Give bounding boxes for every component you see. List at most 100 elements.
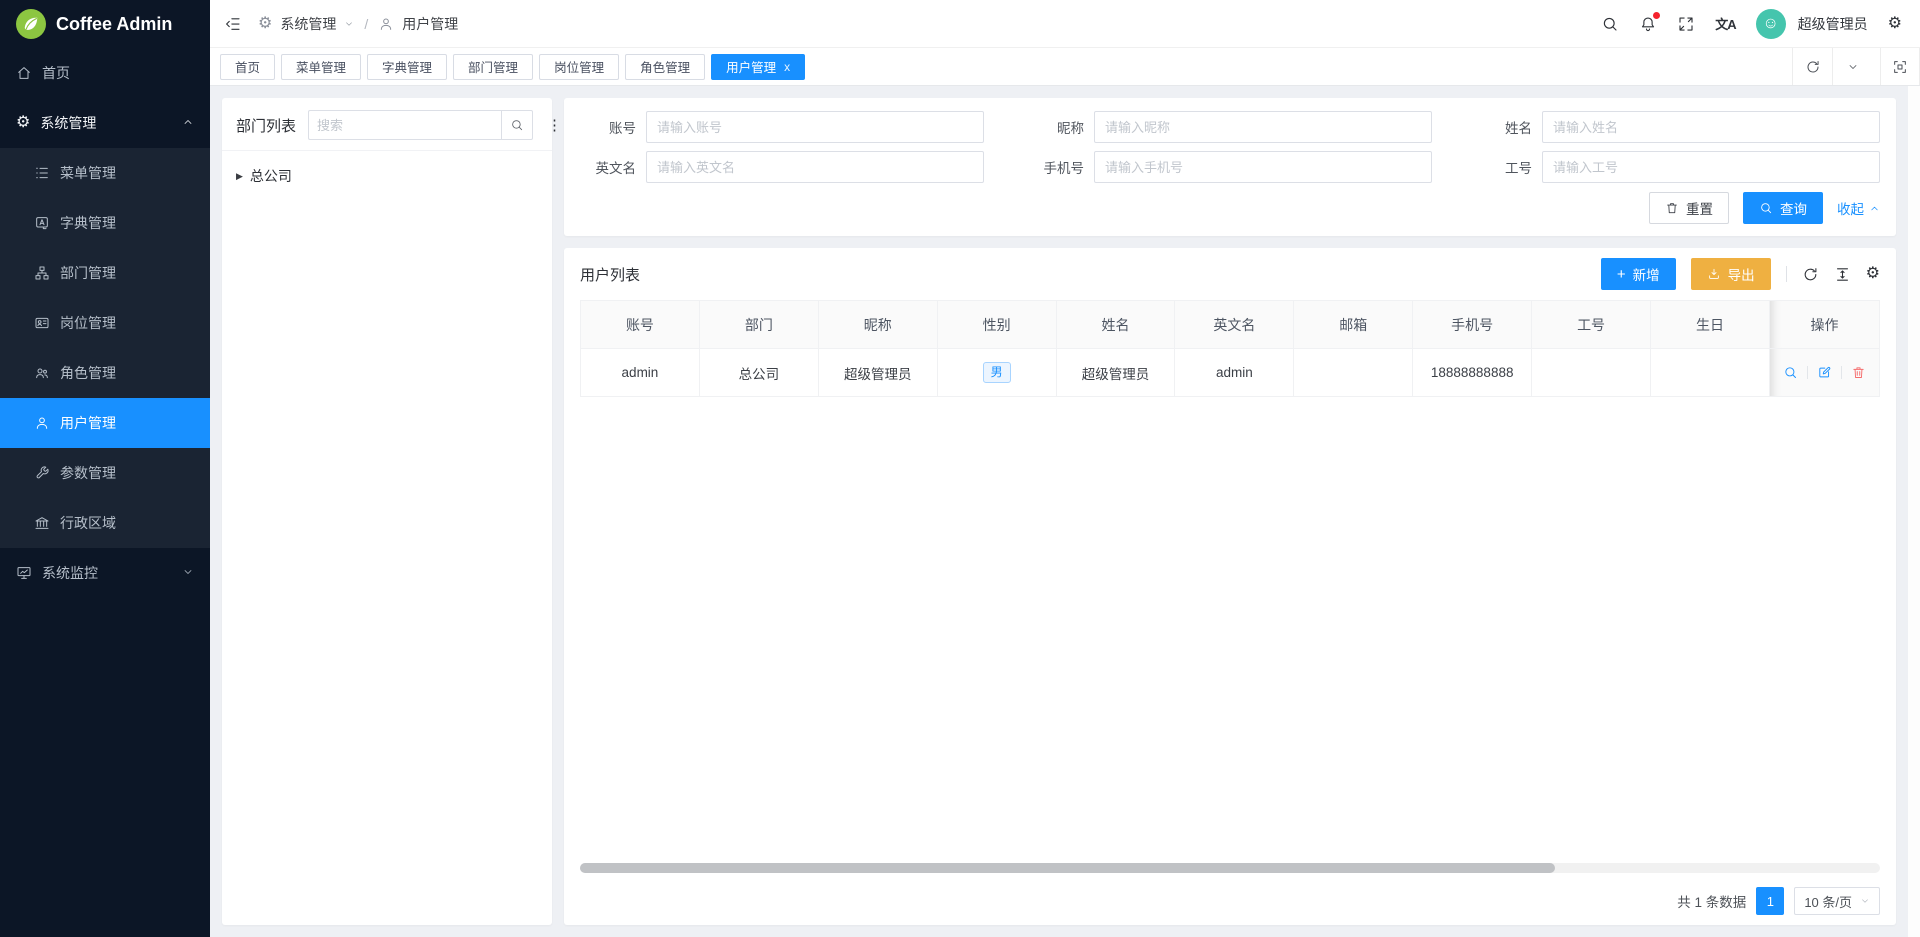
table-horizontal-scrollbar[interactable]: [580, 863, 1880, 873]
sidebar-item-monitor[interactable]: 系统监控: [0, 548, 210, 598]
col-dept[interactable]: 部门: [699, 301, 818, 349]
close-icon[interactable]: x: [784, 60, 790, 74]
cell-gender: 男: [937, 349, 1056, 397]
sidebar-item-role[interactable]: 角色管理: [0, 348, 210, 398]
user-table: 账号 部门 昵称 性别 姓名 英文名 邮箱 手机号 工号 生日 操作: [580, 300, 1880, 397]
search-button[interactable]: [1601, 15, 1619, 33]
edit-row-button[interactable]: [1817, 365, 1832, 380]
chevron-down-icon: [344, 19, 354, 29]
tab-bar: 首页 菜单管理 字典管理 部门管理 岗位管理 角色管理 用户管理 x: [210, 48, 1920, 86]
tab-post[interactable]: 岗位管理: [539, 54, 619, 80]
reset-button[interactable]: 重置: [1649, 192, 1729, 224]
name-input[interactable]: [1542, 111, 1880, 143]
sidebar-item-home[interactable]: 首页: [0, 48, 210, 98]
dept-search-button[interactable]: [501, 110, 533, 140]
breadcrumb-level1[interactable]: 系统管理: [280, 14, 336, 34]
fullscreen-button[interactable]: [1677, 15, 1695, 33]
col-nickname[interactable]: 昵称: [818, 301, 937, 349]
sidebar: Coffee Admin 首页 ⚙ 系统管理 菜单管理 字典管理 部门管理 岗位…: [0, 0, 210, 937]
window-scrollbar[interactable]: [1908, 86, 1920, 937]
collapse-toggle[interactable]: 收起: [1837, 198, 1880, 218]
field-phone: 手机号: [1028, 151, 1432, 183]
breadcrumb: ⚙ 系统管理 / 用户管理: [258, 14, 458, 34]
avatar[interactable]: ☺: [1756, 9, 1786, 39]
refresh-tab-button[interactable]: [1792, 48, 1832, 85]
download-icon: [1707, 267, 1721, 281]
cell-job-number: [1532, 349, 1651, 397]
sidebar-item-param[interactable]: 参数管理: [0, 448, 210, 498]
filter-actions: 重置 查询 收起: [580, 192, 1880, 224]
tabs: 首页 菜单管理 字典管理 部门管理 岗位管理 角色管理 用户管理 x: [220, 54, 805, 80]
query-button[interactable]: 查询: [1743, 192, 1823, 224]
content-fullscreen-button[interactable]: [1880, 48, 1920, 85]
notifications-button[interactable]: [1639, 15, 1657, 33]
chevron-up-icon: [182, 115, 194, 131]
nickname-input[interactable]: [1094, 111, 1432, 143]
add-user-button[interactable]: + 新增: [1601, 258, 1676, 290]
plus-icon: +: [1617, 266, 1626, 283]
sidebar-item-region[interactable]: 行政区域: [0, 498, 210, 548]
user-name[interactable]: 超级管理员: [1798, 14, 1868, 34]
tab-dept[interactable]: 部门管理: [453, 54, 533, 80]
tab-role[interactable]: 角色管理: [625, 54, 705, 80]
english-name-input[interactable]: [646, 151, 984, 183]
view-row-button[interactable]: [1783, 365, 1798, 380]
search-icon: [1759, 201, 1773, 215]
scrollbar-thumb[interactable]: [580, 863, 1555, 873]
dept-search-input[interactable]: [308, 110, 501, 140]
job-number-input[interactable]: [1542, 151, 1880, 183]
trash-icon: [1851, 365, 1866, 380]
page-size-select[interactable]: 10 条/页: [1794, 887, 1880, 915]
sidebar-item-dict[interactable]: 字典管理: [0, 198, 210, 248]
tab-dict[interactable]: 字典管理: [367, 54, 447, 80]
tab-user[interactable]: 用户管理 x: [711, 54, 805, 80]
col-phone[interactable]: 手机号: [1413, 301, 1532, 349]
tab-controls: [1792, 48, 1920, 85]
settings-button[interactable]: ⚙: [1888, 16, 1902, 32]
page-1-button[interactable]: 1: [1756, 887, 1784, 915]
col-birthday[interactable]: 生日: [1651, 301, 1770, 349]
chevron-up-icon: [1869, 203, 1880, 214]
cell-name: 超级管理员: [1056, 349, 1175, 397]
sidebar-item-post[interactable]: 岗位管理: [0, 298, 210, 348]
table-settings-button[interactable]: ⚙: [1866, 266, 1880, 282]
tab-home[interactable]: 首页: [220, 54, 275, 80]
kebab-menu-icon[interactable]: ⋮: [545, 116, 565, 134]
col-english-name[interactable]: 英文名: [1175, 301, 1294, 349]
org-tree-icon: [34, 265, 50, 281]
toolbar-divider: [1786, 266, 1787, 282]
filter-panel: 账号 昵称 姓名 英文名: [564, 98, 1896, 236]
search-icon: [1601, 15, 1619, 33]
col-account[interactable]: 账号: [581, 301, 700, 349]
row-height-button[interactable]: [1834, 266, 1851, 283]
monitor-icon: [16, 565, 32, 581]
sidebar-item-system[interactable]: ⚙ 系统管理: [0, 98, 210, 148]
dept-panel-title: 部门列表: [236, 115, 296, 136]
tab-menu[interactable]: 菜单管理: [281, 54, 361, 80]
sidebar-item-user[interactable]: 用户管理: [0, 398, 210, 448]
tab-menu-dropdown[interactable]: [1832, 48, 1872, 85]
cell-email: [1294, 349, 1413, 397]
cell-nickname: 超级管理员: [818, 349, 937, 397]
menu-fold-button[interactable]: [224, 15, 242, 33]
phone-input[interactable]: [1094, 151, 1432, 183]
wrench-icon: [34, 465, 50, 481]
caret-right-icon[interactable]: ▶: [236, 171, 243, 182]
delete-row-button[interactable]: [1851, 365, 1866, 380]
user-icon: [34, 415, 50, 431]
account-input[interactable]: [646, 111, 984, 143]
col-job-number[interactable]: 工号: [1532, 301, 1651, 349]
table-refresh-button[interactable]: [1802, 266, 1819, 283]
sidebar-item-menu[interactable]: 菜单管理: [0, 148, 210, 198]
col-gender[interactable]: 性别: [937, 301, 1056, 349]
app-logo[interactable]: Coffee Admin: [0, 0, 210, 48]
table-row[interactable]: admin 总公司 超级管理员 男 超级管理员 admin 1888888888…: [581, 349, 1880, 397]
row-height-icon: [1834, 266, 1851, 283]
col-email[interactable]: 邮箱: [1294, 301, 1413, 349]
sidebar-item-dept[interactable]: 部门管理: [0, 248, 210, 298]
tree-node-root[interactable]: ▶ 总公司: [232, 163, 542, 189]
col-name[interactable]: 姓名: [1056, 301, 1175, 349]
export-button[interactable]: 导出: [1691, 258, 1771, 290]
translate-button[interactable]: 文A: [1715, 14, 1735, 33]
dept-tree: ▶ 总公司: [222, 151, 552, 201]
